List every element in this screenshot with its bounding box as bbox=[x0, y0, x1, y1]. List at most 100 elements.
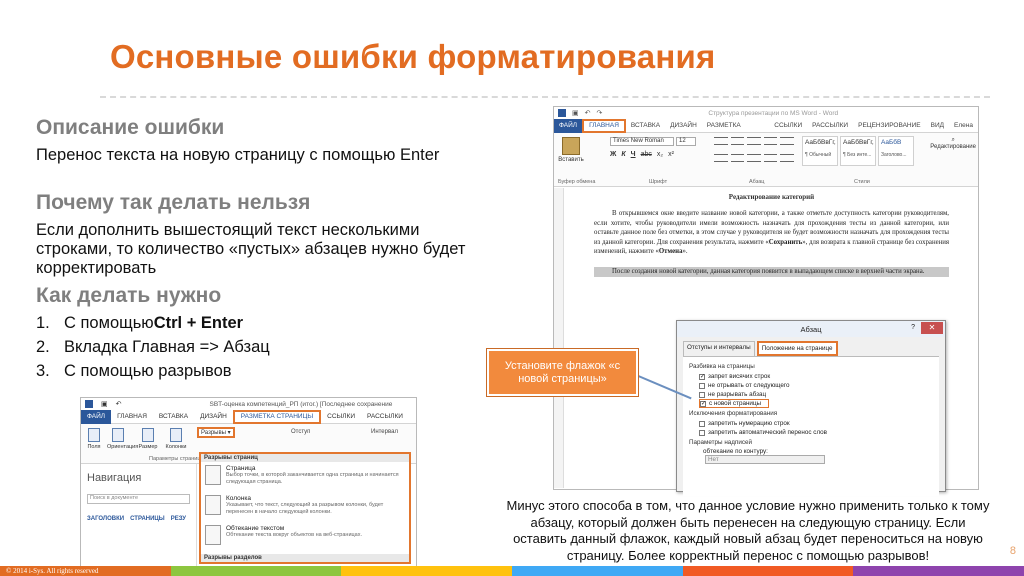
multilevel-icon[interactable] bbox=[747, 137, 761, 145]
close-icon[interactable]: ✕ bbox=[921, 322, 943, 334]
how-list: 1. С помощью Ctrl + Enter 2. Вкладка Главн… bbox=[36, 314, 270, 386]
tab-indents-spacing[interactable]: Отступы и интервалы bbox=[683, 341, 755, 356]
align-right-icon[interactable] bbox=[747, 153, 761, 162]
subscript-button[interactable]: x₂ bbox=[657, 151, 663, 158]
align-center-icon[interactable] bbox=[730, 153, 745, 162]
checkbox-no-hyphenation[interactable]: запретить автоматический перенос слов bbox=[699, 428, 933, 437]
footer-color-segment bbox=[853, 566, 1024, 576]
footer-color-segment bbox=[170, 566, 342, 576]
tab-design[interactable]: ДИЗАЙН bbox=[665, 119, 702, 133]
column-break-icon bbox=[205, 495, 221, 515]
tab-design[interactable]: ДИЗАЙН bbox=[194, 410, 233, 424]
list-item: 2. Вкладка Главная => Абзац bbox=[36, 338, 270, 356]
font-size-select[interactable]: 12 bbox=[676, 137, 696, 146]
tab-insert[interactable]: ВСТАВКА bbox=[153, 410, 194, 424]
tab-home[interactable]: ГЛАВНАЯ bbox=[111, 410, 153, 424]
menu-header: Разрывы страниц bbox=[201, 454, 409, 462]
footer-color-bar bbox=[0, 566, 1024, 576]
checkbox-widow-control[interactable]: ✓ запрет висячих строк bbox=[699, 372, 933, 381]
paragraph-buttons bbox=[714, 137, 794, 167]
tab-home[interactable]: ГЛАВНАЯ bbox=[582, 118, 626, 133]
footer-color-segment bbox=[682, 566, 854, 576]
checkbox-keep-with-next[interactable]: не отрывать от следующего bbox=[699, 381, 933, 390]
styles-gallery: АаБбВвГг, ¶ Обычный АаБбВвГг, ¶ Без инте..… bbox=[802, 136, 914, 166]
window-title: Структура презентации по MS Word - Word bbox=[708, 109, 839, 117]
menu-item-text-wrapping[interactable]: Обтекание текстом Обтекание текста вокруг… bbox=[201, 522, 409, 552]
document-body[interactable]: Редактирование категорий В открывшемся о… bbox=[594, 193, 949, 277]
save-icon[interactable]: ▣ bbox=[101, 400, 108, 408]
slide-title: Основные ошибки форматирования bbox=[110, 38, 716, 75]
help-icon[interactable]: ? bbox=[911, 324, 915, 331]
checkbox-page-break-before[interactable]: ✓ с новой страницы bbox=[699, 399, 769, 408]
bullets-icon[interactable] bbox=[714, 137, 728, 145]
indent-decrease-icon[interactable] bbox=[763, 137, 778, 145]
italic-button[interactable]: К bbox=[621, 151, 625, 158]
tab-line-page-breaks[interactable]: Положение на странице bbox=[756, 341, 838, 356]
clipboard-icon bbox=[562, 137, 580, 155]
align-left-icon[interactable] bbox=[714, 153, 728, 162]
description-text: Перенос текста на новую страницу с помощ… bbox=[36, 146, 440, 164]
navigation-search-input[interactable]: Поиск в документе bbox=[87, 494, 190, 504]
tab-mailings[interactable]: РАССЫЛКИ bbox=[807, 119, 853, 133]
style-no-spacing[interactable]: АаБбВвГг, ¶ Без инте... bbox=[840, 136, 876, 166]
paste-button[interactable]: Вставить bbox=[558, 137, 584, 167]
undo-icon[interactable]: ↶ bbox=[116, 400, 122, 408]
tab-results[interactable]: РЕЗУ bbox=[171, 516, 186, 522]
redo-icon[interactable]: ↷ bbox=[597, 109, 603, 117]
save-icon[interactable]: ▣ bbox=[572, 109, 579, 117]
style-heading[interactable]: АаБбВ Заголово... bbox=[878, 136, 914, 166]
numbering-icon[interactable] bbox=[730, 137, 745, 145]
word-icon bbox=[85, 400, 93, 408]
tab-review[interactable]: РЕЦЕНЗИРОВАНИЕ bbox=[853, 119, 926, 133]
tab-page-layout[interactable]: РАЗМЕТКА СТРАНИЦЫ bbox=[232, 409, 322, 424]
bold-button[interactable]: Ж bbox=[610, 151, 616, 158]
footer-color-segment bbox=[512, 566, 683, 576]
margins-icon bbox=[88, 428, 100, 442]
tab-file[interactable]: ФАЙЛ bbox=[554, 118, 583, 133]
tab-file[interactable]: ФАЙЛ bbox=[81, 409, 112, 424]
justify-icon[interactable] bbox=[763, 153, 778, 162]
binoculars-icon: ⌕ bbox=[951, 137, 955, 143]
document-heading: Редактирование категорий bbox=[728, 193, 815, 201]
format-buttons: Ж К Ч abc x₂ x² bbox=[610, 151, 674, 158]
breaks-button[interactable]: Разрывы ▾ bbox=[197, 427, 235, 438]
editing-button[interactable]: ⌕ Редактирование bbox=[930, 137, 976, 150]
tab-references[interactable]: ССЫЛКИ bbox=[321, 410, 361, 424]
size-button[interactable]: Размер bbox=[137, 428, 159, 450]
indent-increase-icon[interactable] bbox=[780, 137, 794, 145]
callout-note: Установите флажок «с новой страницы» bbox=[487, 349, 638, 396]
tab-view[interactable]: ВИД bbox=[926, 119, 949, 133]
strike-button[interactable]: abc bbox=[641, 151, 652, 158]
columns-button[interactable]: Колонки bbox=[165, 428, 187, 450]
style-normal[interactable]: АаБбВвГг, ¶ Обычный bbox=[802, 136, 838, 166]
checkbox-suppress-numbers[interactable]: запретить нумерацию строк bbox=[699, 419, 933, 428]
list-item: 1. С помощью Ctrl + Enter bbox=[36, 314, 244, 332]
margins-button[interactable]: Поля bbox=[83, 428, 105, 450]
list-item: 3. С помощью разрывов bbox=[36, 362, 232, 380]
tab-references[interactable]: ССЫЛКИ bbox=[769, 119, 807, 133]
tab-insert[interactable]: ВСТАВКА bbox=[626, 119, 665, 133]
menu-item-page-break[interactable]: Страница Выбор точки, в которой заканчива… bbox=[201, 462, 409, 492]
wrap-select[interactable]: Нет bbox=[705, 455, 825, 464]
copyright: © 2014 i-Sys. All rights reserved bbox=[6, 567, 99, 575]
tab-headings[interactable]: ЗАГОЛОВКИ bbox=[87, 516, 124, 522]
group-clipboard: Буфер обмена bbox=[558, 179, 596, 185]
font-name-select[interactable]: Times New Roman bbox=[610, 137, 674, 146]
superscript-button[interactable]: x² bbox=[668, 151, 674, 158]
menu-section-breaks: Разрывы разделов bbox=[201, 554, 409, 562]
tab-mailings[interactable]: РАССЫЛКИ bbox=[361, 410, 409, 424]
undo-icon[interactable]: ↶ bbox=[585, 109, 591, 117]
orientation-button[interactable]: Ориентация bbox=[107, 428, 138, 450]
menu-item-column-break[interactable]: Колонка Указывает, что текст, следующий з… bbox=[201, 492, 409, 522]
navigation-tabs: ЗАГОЛОВКИ СТРАНИЦЫ РЕЗУ bbox=[81, 508, 196, 522]
group-font: Шрифт bbox=[649, 179, 668, 185]
bottom-note: Минус этого способа в том, что данное ус… bbox=[506, 498, 990, 563]
dialog-tabs: Отступы и интервалы Положение на страниц… bbox=[683, 341, 939, 356]
tab-page-layout[interactable]: РАЗМЕТКА СТРАНИЦЫ bbox=[702, 119, 770, 143]
line-spacing-icon[interactable] bbox=[780, 153, 794, 162]
tab-pages[interactable]: СТРАНИЦЫ bbox=[130, 516, 165, 522]
checkbox-keep-lines[interactable]: не разрывать абзац bbox=[699, 390, 933, 399]
underline-button[interactable]: Ч bbox=[631, 151, 636, 158]
word-icon bbox=[558, 109, 566, 117]
group-page-setup: Параметры страницы bbox=[149, 456, 205, 462]
